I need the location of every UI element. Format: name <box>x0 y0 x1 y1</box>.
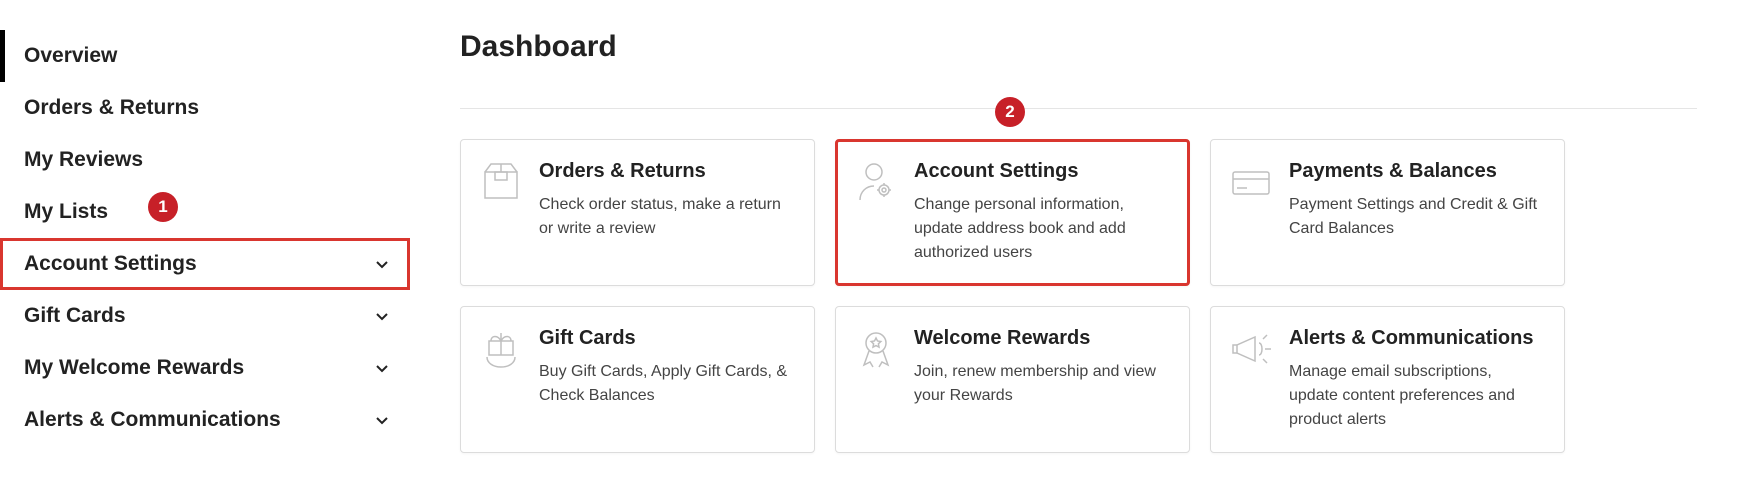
card-desc: Manage email subscriptions, update conte… <box>1289 360 1544 432</box>
sidebar-item-label: My Lists <box>24 200 108 224</box>
card-title: Payments & Balances <box>1289 160 1544 183</box>
card-welcome-rewards[interactable]: Welcome Rewards Join, renew membership a… <box>835 306 1190 453</box>
card-title: Orders & Returns <box>539 160 794 183</box>
card-body: Orders & Returns Check order status, mak… <box>539 160 794 265</box>
sidebar-item-alerts-communications[interactable]: Alerts & Communications <box>0 394 410 446</box>
chevron-down-icon <box>374 308 390 324</box>
megaphone-icon <box>1229 327 1273 371</box>
sidebar-item-label: Alerts & Communications <box>24 408 281 432</box>
card-grid: 2 Orders & Returns Check order status, m… <box>460 139 1697 453</box>
sidebar-item-my-reviews[interactable]: My Reviews <box>0 134 410 186</box>
package-icon <box>479 160 523 204</box>
card-body: Gift Cards Buy Gift Cards, Apply Gift Ca… <box>539 327 794 432</box>
annotation-badge-1: 1 <box>148 192 178 222</box>
sidebar-item-account-settings[interactable]: Account Settings <box>0 238 410 290</box>
sidebar-item-label: Account Settings <box>24 252 197 276</box>
sidebar-item-label: Orders & Returns <box>24 96 199 120</box>
card-alerts-communications[interactable]: Alerts & Communications Manage email sub… <box>1210 306 1565 453</box>
gift-icon <box>479 327 523 371</box>
card-desc: Change personal information, update addr… <box>914 193 1169 265</box>
card-desc: Buy Gift Cards, Apply Gift Cards, & Chec… <box>539 360 794 408</box>
card-title: Welcome Rewards <box>914 327 1169 350</box>
sidebar-item-gift-cards[interactable]: Gift Cards <box>0 290 410 342</box>
card-account-settings[interactable]: Account Settings Change personal informa… <box>835 139 1190 286</box>
sidebar-item-overview[interactable]: Overview <box>0 30 410 82</box>
chevron-down-icon <box>374 412 390 428</box>
card-payments-balances[interactable]: Payments & Balances Payment Settings and… <box>1210 139 1565 286</box>
card-desc: Join, renew membership and view your Rew… <box>914 360 1169 408</box>
chevron-down-icon <box>374 360 390 376</box>
sidebar-item-label: Overview <box>24 44 117 68</box>
card-body: Welcome Rewards Join, renew membership a… <box>914 327 1169 432</box>
card-title: Account Settings <box>914 160 1169 183</box>
sidebar: Overview Orders & Returns My Reviews My … <box>0 0 410 453</box>
sidebar-item-label: Gift Cards <box>24 304 126 328</box>
card-gift-cards[interactable]: Gift Cards Buy Gift Cards, Apply Gift Ca… <box>460 306 815 453</box>
card-title: Alerts & Communications <box>1289 327 1544 350</box>
ribbon-icon <box>854 327 898 371</box>
card-title: Gift Cards <box>539 327 794 350</box>
card-icon <box>1229 160 1273 204</box>
card-body: Payments & Balances Payment Settings and… <box>1289 160 1544 265</box>
sidebar-item-my-lists[interactable]: My Lists 1 <box>0 186 410 238</box>
sidebar-item-label: My Reviews <box>24 148 143 172</box>
chevron-down-icon <box>374 256 390 272</box>
sidebar-item-welcome-rewards[interactable]: My Welcome Rewards <box>0 342 410 394</box>
sidebar-item-orders-returns[interactable]: Orders & Returns <box>0 82 410 134</box>
card-body: Account Settings Change personal informa… <box>914 160 1169 265</box>
main: Dashboard 2 Orders & Returns Check ord <box>410 0 1737 453</box>
sidebar-item-label: My Welcome Rewards <box>24 356 244 380</box>
card-body: Alerts & Communications Manage email sub… <box>1289 327 1544 432</box>
layout: Overview Orders & Returns My Reviews My … <box>0 0 1737 453</box>
person-gear-icon <box>854 160 898 204</box>
page-title: Dashboard <box>460 30 1697 64</box>
card-orders-returns[interactable]: Orders & Returns Check order status, mak… <box>460 139 815 286</box>
card-desc: Payment Settings and Credit & Gift Card … <box>1289 193 1544 241</box>
annotation-badge-2: 2 <box>995 97 1025 127</box>
card-desc: Check order status, make a return or wri… <box>539 193 794 241</box>
divider <box>460 108 1697 109</box>
